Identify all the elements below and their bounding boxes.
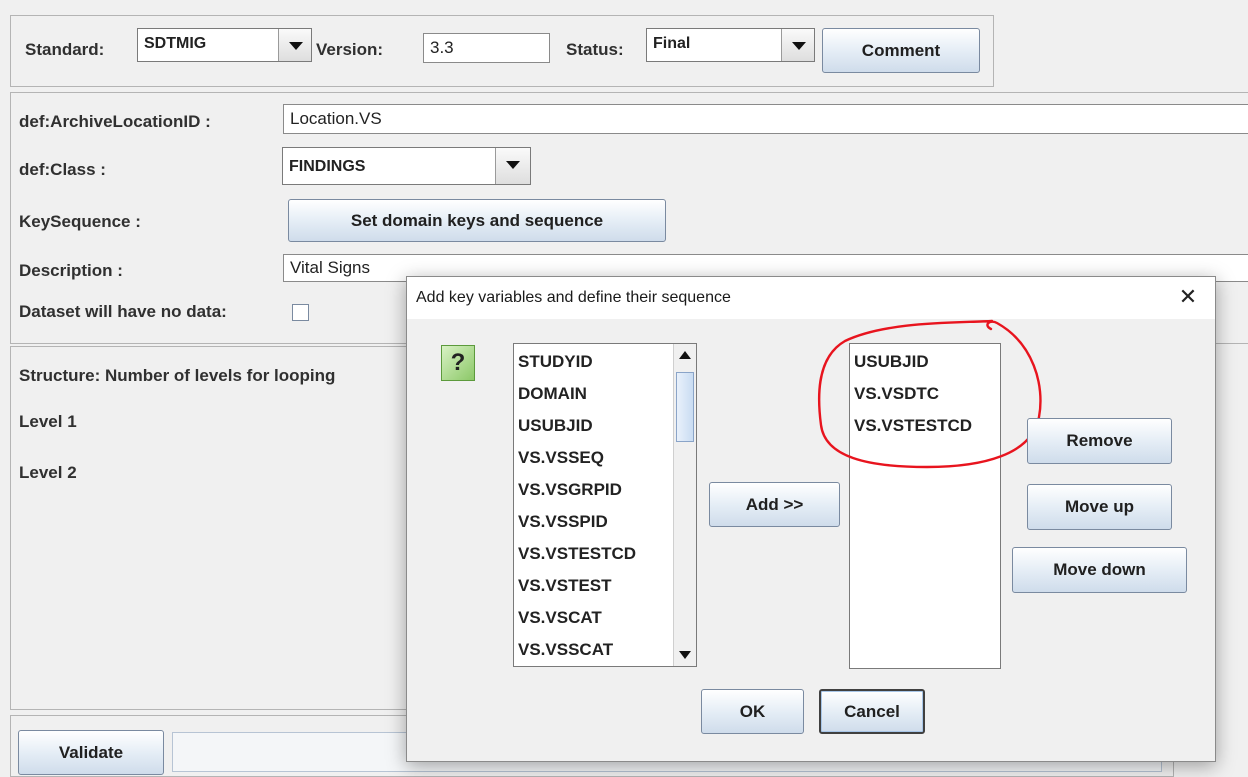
standard-label: Standard: (25, 40, 105, 59)
list-item[interactable]: VS.VSCAT (518, 608, 602, 628)
available-variables-list[interactable]: STUDYID DOMAIN USUBJID VS.VSSEQ VS.VSGRP… (513, 343, 697, 667)
key-variables-dialog: Add key variables and define their seque… (406, 276, 1216, 762)
version-field[interactable]: 3.3 (423, 33, 550, 63)
comment-button[interactable]: Comment (822, 28, 980, 73)
archive-location-field[interactable]: Location.VS (283, 104, 1248, 134)
dialog-title: Add key variables and define their seque… (416, 289, 731, 306)
standard-combo[interactable]: SDTMIG (137, 28, 312, 62)
chevron-down-icon[interactable] (495, 148, 530, 184)
list-item[interactable]: VS.VSSPID (518, 512, 608, 532)
list-item[interactable]: VS.VSGRPID (518, 480, 622, 500)
add-button[interactable]: Add >> (709, 482, 840, 527)
class-combo[interactable]: FINDINGS (282, 147, 531, 185)
list-item[interactable]: STUDYID (518, 352, 593, 372)
key-sequence-label: KeySequence : (19, 212, 141, 231)
archive-location-label: def:ArchiveLocationID : (19, 112, 211, 131)
scrollbar-thumb[interactable] (676, 372, 694, 442)
list-item[interactable]: VS.VSTESTCD (518, 544, 636, 564)
vertical-scrollbar[interactable] (673, 344, 696, 666)
help-glyph: ? (450, 349, 466, 376)
list-item[interactable]: USUBJID (518, 416, 593, 436)
list-item[interactable]: VS.VSSEQ (518, 448, 604, 468)
class-value: FINDINGS (289, 158, 366, 175)
version-label: Version: (316, 40, 384, 59)
structure-title: Structure: Number of levels for looping (19, 366, 336, 385)
list-item[interactable]: VS.VSTEST (518, 576, 612, 596)
ok-button[interactable]: OK (701, 689, 804, 734)
no-data-label: Dataset will have no data: (19, 302, 227, 321)
list-item[interactable]: VS.VSSCAT (518, 640, 613, 660)
status-value: Final (653, 35, 691, 52)
chevron-down-icon[interactable] (781, 29, 814, 61)
status-label: Status: (566, 40, 624, 59)
no-data-checkbox[interactable] (292, 304, 309, 321)
help-icon[interactable]: ? (441, 345, 475, 381)
status-combo[interactable]: Final (646, 28, 815, 62)
move-up-button[interactable]: Move up (1027, 484, 1172, 530)
scroll-down-arrow-icon[interactable] (679, 651, 691, 659)
class-label: def:Class : (19, 160, 106, 179)
move-down-button[interactable]: Move down (1012, 547, 1187, 593)
standard-value: SDTMIG (144, 35, 207, 52)
chevron-down-icon[interactable] (278, 29, 311, 61)
set-domain-keys-button[interactable]: Set domain keys and sequence (288, 199, 666, 242)
list-item[interactable]: DOMAIN (518, 384, 587, 404)
description-label: Description : (19, 261, 123, 280)
close-icon[interactable]: ✕ (1169, 284, 1207, 312)
validate-button[interactable]: Validate (18, 730, 164, 775)
cancel-button[interactable]: Cancel (819, 689, 925, 734)
level-2-label: Level 2 (19, 463, 77, 482)
remove-button[interactable]: Remove (1027, 418, 1172, 464)
scroll-up-arrow-icon[interactable] (679, 351, 691, 359)
level-1-label: Level 1 (19, 412, 77, 431)
